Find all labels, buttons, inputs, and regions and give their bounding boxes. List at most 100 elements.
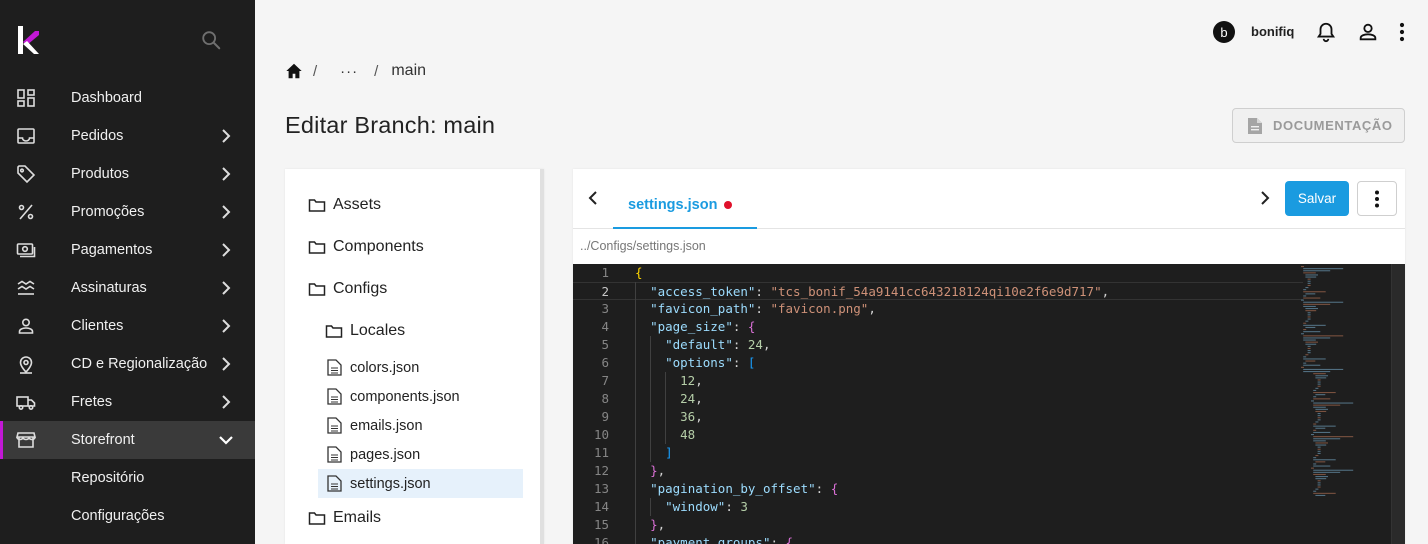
minimap-line	[1313, 438, 1341, 440]
more-vert-icon[interactable]	[1392, 21, 1412, 43]
tab-settings-json[interactable]: settings.json	[613, 169, 757, 229]
minimap-line	[1317, 448, 1321, 450]
minimap-line	[1317, 383, 1321, 385]
sidebar-item-pagamentos[interactable]: Pagamentos	[0, 231, 255, 269]
unsaved-indicator	[724, 201, 732, 209]
home-icon[interactable]	[285, 62, 303, 80]
minimap-line	[1313, 492, 1336, 494]
bell-icon[interactable]	[1315, 21, 1337, 43]
editor-tabbar: settings.json Salvar	[573, 169, 1405, 229]
waves-icon	[17, 280, 35, 295]
tree-file-label: components.json	[350, 388, 460, 405]
minimap-line	[1305, 341, 1318, 343]
minimap-line	[1317, 379, 1321, 381]
documentation-button[interactable]: DOCUMENTAÇÃO	[1232, 108, 1405, 143]
code-line[interactable]: 4 "page_size": {	[573, 318, 1303, 336]
tree-file-emails[interactable]: emails.json	[318, 411, 523, 440]
tree-file-settings[interactable]: settings.json	[318, 469, 523, 498]
search-icon[interactable]	[200, 29, 222, 51]
tree-file-components[interactable]: components.json	[318, 382, 523, 411]
minimap-line	[1303, 322, 1307, 324]
page-title: Editar Branch: main	[285, 112, 496, 138]
minimap-line	[1317, 385, 1321, 387]
breadcrumb-ellipsis[interactable]: ···	[340, 63, 358, 80]
minimap-line	[1311, 434, 1314, 436]
code-text: "access_token": "tcs_bonif_54a9141cc6432…	[650, 284, 1110, 299]
minimap-line	[1315, 387, 1319, 389]
minimap-line	[1313, 398, 1331, 400]
account-icon[interactable]	[1357, 21, 1379, 43]
minimap-line	[1313, 471, 1341, 473]
code-line[interactable]: 3 "favicon_path": "favicon.png",	[573, 300, 1303, 318]
sidebar-item-assinaturas[interactable]: Assinaturas	[0, 269, 255, 307]
minimap-line	[1305, 293, 1316, 295]
code-line[interactable]: 6 "options": [	[573, 354, 1303, 372]
code-line[interactable]: 1{	[573, 264, 1303, 282]
minimap-line	[1301, 299, 1304, 301]
save-button[interactable]: Salvar	[1285, 181, 1349, 216]
tree-folder-label: Configs	[333, 280, 388, 297]
chevron-left-icon[interactable]	[585, 189, 601, 207]
sidebar-subitem-configuracoes[interactable]: Configurações	[0, 497, 255, 535]
folder-icon	[308, 283, 326, 296]
code-minimap[interactable]	[1295, 264, 1393, 544]
minimap-line	[1307, 345, 1311, 347]
code-line[interactable]: 5 "default": 24,	[573, 336, 1303, 354]
minimap-line	[1305, 287, 1309, 289]
editor-more-button[interactable]	[1357, 181, 1397, 216]
sidebar-item-promocoes[interactable]: Promoções	[0, 193, 255, 231]
line-number: 15	[593, 517, 609, 532]
minimap-line	[1303, 303, 1331, 305]
sidebar-item-fretes[interactable]: Fretes	[0, 383, 255, 421]
sidebar-subitem-repositorio[interactable]: Repositório	[0, 459, 255, 497]
chevron-right-icon[interactable]	[1257, 189, 1273, 207]
sidebar-item-pedidos[interactable]: Pedidos	[0, 117, 255, 155]
folder-icon	[308, 512, 326, 525]
tree-folder-components[interactable]: Components	[308, 238, 424, 256]
code-editor[interactable]: 16 "payment_groups": {15 }, 14 "window": …	[573, 264, 1405, 544]
minimap-line	[1303, 272, 1316, 274]
code-line[interactable]: 12 },	[573, 462, 1303, 480]
code-line[interactable]: 11 ]	[573, 444, 1303, 462]
sidebar-item-storefront[interactable]: Storefront	[0, 421, 255, 459]
code-line[interactable]: 15 },	[573, 516, 1303, 534]
username[interactable]: bonifiq	[1251, 24, 1294, 39]
tree-folder-configs[interactable]: Configs	[308, 280, 387, 298]
minimap-line	[1305, 343, 1317, 345]
minimap-line	[1313, 490, 1317, 492]
code-line[interactable]: 8 24,	[573, 390, 1303, 408]
sidebar-item-label: Produtos	[71, 166, 130, 182]
line-number: 14	[593, 499, 609, 514]
sidebar-nav: Dashboard Pedidos Produtos Promoções Pag…	[0, 79, 255, 535]
tree-folder-label: Assets	[333, 196, 382, 213]
minimap-line	[1317, 450, 1321, 452]
tree-folder-emails[interactable]: Emails	[308, 509, 381, 527]
tree-folder-locales[interactable]: Locales	[325, 322, 405, 340]
code-text: "window": 3	[665, 499, 748, 514]
editor-scrollbar[interactable]	[1391, 264, 1405, 544]
code-line[interactable]: 10 48	[573, 426, 1303, 444]
tree-file-pages[interactable]: pages.json	[318, 440, 523, 469]
minimap-line	[1307, 282, 1311, 284]
minimap-line	[1303, 339, 1316, 341]
sidebar-item-cd-regionalizacao[interactable]: CD e Regionalização	[0, 345, 255, 383]
tree-folder-assets[interactable]: Assets	[308, 196, 381, 214]
sidebar-item-label: Assinaturas	[71, 280, 147, 296]
code-line[interactable]: 7 12,	[573, 372, 1303, 390]
tree-file-colors[interactable]: colors.json	[318, 353, 523, 382]
code-line[interactable]: 13 "pagination_by_offset": {	[573, 480, 1303, 498]
code-text: "payment_groups": {	[650, 535, 794, 544]
sidebar-item-clientes[interactable]: Clientes	[0, 307, 255, 345]
code-line[interactable]: 2 "access_token": "tcs_bonif_54a9141cc64…	[573, 282, 1303, 300]
avatar[interactable]: b	[1213, 21, 1235, 43]
code-line[interactable]: 16 "payment_groups": {	[573, 534, 1303, 544]
sidebar-item-produtos[interactable]: Produtos	[0, 155, 255, 193]
code-line[interactable]: 14 "window": 3	[573, 498, 1303, 516]
minimap-line	[1303, 268, 1344, 270]
chevron-right-icon	[222, 281, 231, 295]
indent-guide	[635, 282, 636, 544]
code-line[interactable]: 9 36,	[573, 408, 1303, 426]
brand-logo[interactable]	[18, 26, 40, 56]
file-icon	[327, 359, 342, 376]
sidebar-item-dashboard[interactable]: Dashboard	[0, 79, 255, 117]
